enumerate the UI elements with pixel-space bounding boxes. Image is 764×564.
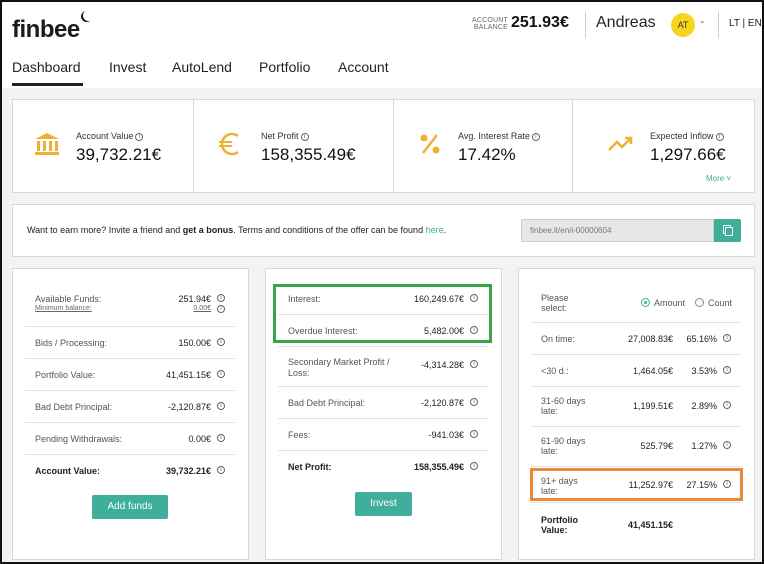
percent-icon [420,134,440,154]
portfolio-row-lt30: <30 d.: 1,464.05€ 3.53% i [531,355,741,387]
profit-row-net: Net Profit: 158,355.49€ i [278,451,488,483]
stat-label: Expected Inflow i [650,131,724,141]
euro-icon [219,132,239,156]
option-amount[interactable]: Amount [641,298,685,308]
portfolio-row-31-60: 31-60 days late: 1,199.51€ 2.89% i [531,387,741,427]
avatar[interactable]: AT [671,13,695,37]
stat-value: 158,355.49€ [261,145,356,164]
header: finbee ACCOUNT BALANCE 251.93€ Andreas A… [2,2,762,88]
info-icon[interactable]: i [715,133,724,141]
info-icon[interactable]: i [470,360,478,368]
account-balance-value: 251.93€ [511,14,569,31]
stat-label: Account Value i [76,131,144,141]
funds-row-withdrawals: Pending Withdrawals: 0.00€ i [25,423,235,455]
highlight-91plus-box [530,468,743,501]
info-icon[interactable]: i [470,462,478,470]
info-icon[interactable]: i [217,402,225,410]
stat-label: Avg. Interest Rate i [458,131,540,141]
invite-banner: Want to earn more? Invite a friend and g… [12,204,755,257]
copy-button[interactable] [714,219,741,242]
info-icon[interactable]: i [135,133,144,141]
bank-icon [35,133,59,155]
info-icon[interactable]: i [300,133,309,141]
nav-portfolio[interactable]: Portfolio [259,59,310,75]
minimum-balance-link[interactable]: Minimum balance: [35,305,101,312]
info-icon[interactable]: i [470,430,478,438]
highlight-interest-box [273,284,492,343]
divider [585,12,586,38]
portfolio-row-total: Portfolio Value: 41,451.15€ [541,515,673,535]
funds-row-bad-debt: Bad Debt Principal: -2,120.87€ i [25,391,235,423]
app-frame: finbee ACCOUNT BALANCE 251.93€ Andreas A… [0,0,764,564]
divider [718,12,719,38]
stat-net-profit: Net Profit i 158,355.49€ [194,100,394,192]
option-count[interactable]: Count [695,298,732,308]
user-name[interactable]: Andreas [596,14,656,32]
info-icon[interactable]: i [217,338,225,346]
info-icon[interactable]: i [217,434,225,442]
portfolio-row-61-90: 61-90 days late: 525.79€ 1.27% i [531,427,741,467]
portfolio-select-row: Please select: Amount Count [531,283,741,323]
funds-panel: Available Funds: Minimum balance: 251.94€… [12,268,249,560]
info-icon[interactable]: i [217,466,225,474]
info-icon[interactable]: i [723,366,731,374]
portfolio-panel: Please select: Amount Count On time: 27,… [518,268,755,560]
radio-amount[interactable] [641,298,650,307]
funds-row-bids: Bids / Processing: 150.00€ i [25,327,235,359]
stat-avg-interest: Avg. Interest Rate i 17.42% [394,100,573,192]
invest-button[interactable]: Invest [355,492,412,516]
balance-label-line1: ACCOUNT [471,17,508,24]
referral-link-field[interactable]: finbee.lt/en/i-00000604 [521,219,714,242]
balance-label-line2: BALANCE [473,24,508,31]
stat-value: 1,297.66€ [650,145,726,164]
more-link[interactable]: More ˅ [706,174,731,183]
terms-link[interactable]: here [426,225,444,235]
moon-icon [83,10,94,21]
portfolio-row-ontime: On time: 27,008.83€ 65.16% i [531,323,741,355]
stats-bar: Account Value i 39,732.21€ Net Profit i 15… [12,99,755,193]
nav-account[interactable]: Account [338,59,389,75]
profit-row-fees: Fees: -941.03€ i [278,419,488,451]
stat-value: 17.42% [458,145,516,164]
account-balance-label: ACCOUNT BALANCE [470,17,508,31]
profit-row-bad-debt: Bad Debt Principal: -2,120.87€ i [278,387,488,419]
info-icon[interactable]: i [470,398,478,406]
info-icon[interactable]: i [217,294,225,302]
stat-label: Net Profit i [261,131,309,141]
profit-row-secondary: Secondary Market Profit / Loss: -4,314.2… [278,351,488,387]
radio-count[interactable] [695,298,704,307]
info-icon[interactable]: i [723,401,731,409]
add-funds-button[interactable]: Add funds [92,495,168,519]
language-switch[interactable]: LT | EN [729,18,762,29]
funds-row-portfolio: Portfolio Value: 41,451.15€ i [25,359,235,391]
info-icon[interactable]: i [531,133,540,141]
nav-dashboard[interactable]: Dashboard [12,59,81,75]
stat-account-value: Account Value i 39,732.21€ [13,100,194,192]
funds-row-available: Available Funds: Minimum balance: 251.94€… [25,285,235,327]
info-icon[interactable]: i [217,305,225,313]
nav-autolend[interactable]: AutoLend [172,59,232,75]
nav-invest[interactable]: Invest [109,59,146,75]
invite-text: Want to earn more? Invite a friend and g… [27,225,447,235]
funds-row-account-value: Account Value: 39,732.21€ i [25,455,235,487]
info-icon[interactable]: i [217,370,225,378]
info-icon[interactable]: i [723,441,731,449]
stat-value: 39,732.21€ [76,145,162,164]
trend-up-icon [608,136,633,151]
info-icon[interactable]: i [723,334,731,342]
nav-active-indicator [12,83,83,86]
chevron-down-icon[interactable]: ⌄ [699,16,706,25]
finbee-logo[interactable]: finbee [12,16,80,44]
